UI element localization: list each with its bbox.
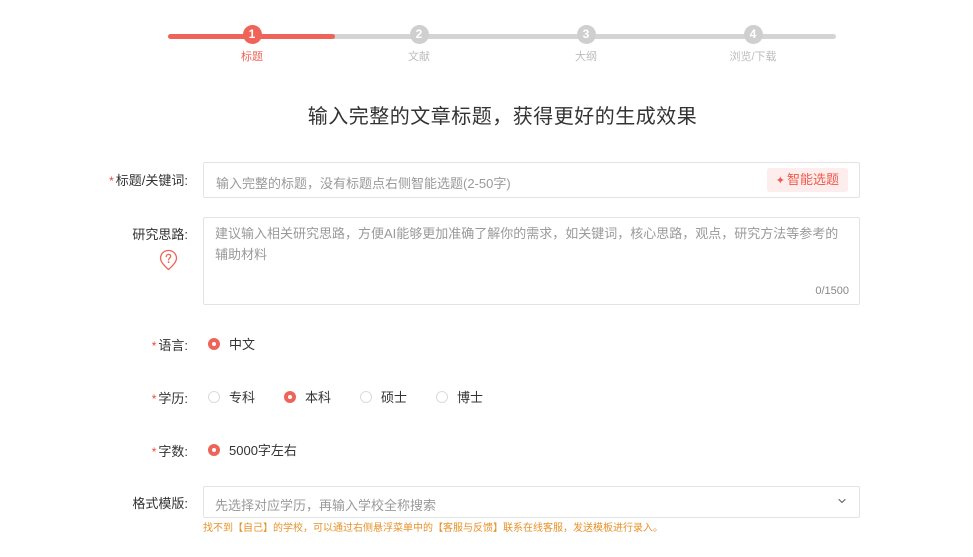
word-count-radio-group: 5000字左右: [208, 440, 326, 459]
degree-label-text: 学历:: [158, 391, 188, 406]
radio-label: 硕士: [381, 390, 408, 405]
progress-stepper: 1 标题 2 文献 3 大纲 4 浏览/下载: [168, 22, 836, 72]
radio-associate[interactable]: 专科: [208, 387, 255, 406]
smart-topic-label: 智能选题: [786, 172, 839, 187]
character-counter: 0/1500: [815, 285, 849, 297]
language-radio-group: 中文: [208, 334, 284, 353]
word-count-label-text: 字数:: [158, 444, 188, 459]
step-label: 大纲: [575, 51, 597, 63]
template-hint: 找不到【自己】的学校，可以通过右侧悬浮菜单中的【客服与反馈】联系在线客服，发送模…: [203, 523, 663, 534]
title-input-placeholder: 输入完整的标题，没有标题点右侧智能选题(2-50字): [216, 176, 511, 191]
template-select-placeholder: 先选择对应学历，再输入学校全称搜索: [215, 498, 437, 513]
step-number: 3: [576, 25, 596, 44]
radio-dot: [208, 390, 220, 403]
idea-field-label: 研究思路:: [132, 227, 188, 242]
sparkle-icon: ✦: [775, 175, 785, 187]
template-select[interactable]: 先选择对应学历，再输入学校全称搜索: [203, 486, 860, 518]
radio-dot: [360, 390, 373, 403]
title-input[interactable]: 输入完整的标题，没有标题点右侧智能选题(2-50字) ✦ 智能选题: [203, 162, 860, 198]
template-label: 格式模版:: [132, 496, 188, 511]
research-idea-placeholder: 建议输入相关研究思路，方便AI能够更加准确了解你的需求，如关键词，核心思路，观点…: [215, 226, 839, 262]
radio-label: 本科: [305, 390, 332, 405]
radio-5000-words[interactable]: 5000字左右: [208, 440, 297, 459]
required-mark: *: [151, 392, 157, 406]
degree-label: * 学历:: [152, 388, 188, 407]
step-label: 标题: [241, 51, 263, 63]
step-outline[interactable]: 3 大纲: [556, 25, 616, 64]
step-label: 浏览/下载: [729, 51, 777, 63]
page-title: 输入完整的文章标题，获得更好的生成效果: [307, 106, 698, 128]
language-label-text: 语言:: [158, 338, 188, 353]
radio-bachelor[interactable]: 本科: [284, 387, 331, 406]
step-title[interactable]: 1 标题: [222, 25, 282, 64]
step-browse-download[interactable]: 4 浏览/下载: [723, 25, 783, 64]
chevron-down-icon: [838, 498, 846, 504]
radio-master[interactable]: 硕士: [360, 387, 407, 406]
step-number: 2: [409, 25, 429, 44]
radio-label: 专科: [229, 390, 256, 405]
step-references[interactable]: 2 文献: [389, 25, 449, 64]
title-field-label-text: 标题/关键词:: [115, 173, 188, 188]
radio-doctor[interactable]: 博士: [436, 387, 483, 406]
research-idea-textarea[interactable]: 建议输入相关研究思路，方便AI能够更加准确了解你的需求，如关键词，核心思路，观点…: [203, 217, 860, 305]
radio-dot: [208, 443, 220, 456]
required-mark: *: [151, 339, 157, 353]
required-mark: *: [151, 445, 157, 459]
degree-radio-group: 专科 本科 硕士 博士: [208, 387, 512, 406]
required-mark: *: [109, 174, 114, 188]
radio-label: 中文: [229, 337, 256, 352]
step-number: 1: [242, 25, 262, 44]
radio-dot: [208, 337, 220, 350]
radio-dot: [284, 390, 297, 403]
radio-dot: [436, 390, 449, 403]
question-pin-icon[interactable]: [159, 249, 178, 271]
smart-topic-button[interactable]: ✦ 智能选题: [766, 168, 848, 192]
word-count-label: * 字数:: [152, 441, 188, 460]
radio-label: 博士: [457, 390, 484, 405]
step-number: 4: [743, 25, 763, 44]
language-label: * 语言:: [152, 335, 188, 354]
step-label: 文献: [408, 51, 430, 63]
radio-chinese[interactable]: 中文: [208, 334, 255, 353]
title-field-label: * 标题/关键词:: [109, 170, 188, 189]
radio-label: 5000字左右: [229, 443, 297, 458]
